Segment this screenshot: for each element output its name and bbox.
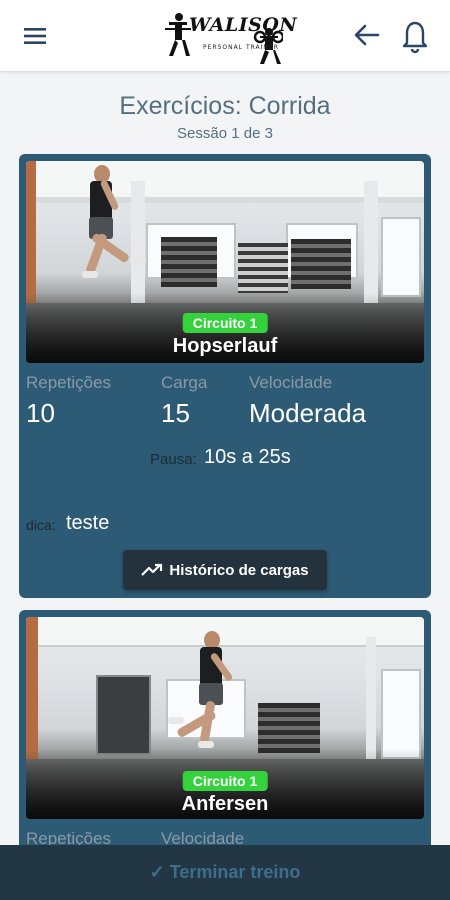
arrow-back-icon[interactable]	[350, 18, 384, 52]
tip-label: dica:	[26, 517, 56, 533]
pause-label: Pausa:	[150, 451, 197, 468]
reps-label: Repetições	[26, 373, 112, 392]
app-bar: WALISON PERSONAL TRAINER	[0, 0, 450, 72]
finish-workout-label: ✓ Terminar treino	[149, 862, 301, 882]
circuit-badge: Circuito 1	[182, 313, 268, 333]
session-indicator: Sessão 1 de 3	[177, 125, 273, 142]
circuit-badge: Circuito 1	[182, 771, 268, 791]
load-label: Carga	[161, 373, 208, 392]
brand-logo: WALISON PERSONAL TRAINER	[165, 10, 297, 66]
menu-icon[interactable]	[18, 22, 54, 50]
load-value: 15	[161, 398, 190, 428]
page-title: Exercícios: Corrida	[119, 92, 331, 120]
trending-up-icon	[141, 563, 163, 576]
load-history-label: Histórico de cargas	[169, 561, 309, 579]
exercise-name: Anfersen	[181, 793, 269, 815]
bell-icon[interactable]	[398, 16, 432, 54]
load-history-button[interactable]: Histórico de cargas	[123, 550, 327, 590]
exercise-video[interactable]: Circuito 1 Anfersen	[26, 617, 424, 819]
speed-label: Velocidade	[249, 373, 333, 392]
reps-value: 10	[26, 398, 55, 428]
exercise-card: Circuito 1 Hopserlauf Repetições 10 Carg…	[19, 154, 431, 598]
logo-text: WALISON	[189, 14, 298, 36]
logo-subtitle: PERSONAL TRAINER	[203, 44, 279, 51]
finish-workout-button[interactable]: ✓ Terminar treino	[0, 845, 450, 900]
pause-value: 10s a 25s	[204, 446, 291, 468]
exercise-video[interactable]: Circuito 1 Hopserlauf	[26, 161, 424, 363]
exercise-name: Hopserlauf	[172, 335, 278, 357]
tip-value: teste	[66, 512, 110, 534]
speed-value: Moderada	[249, 398, 367, 428]
